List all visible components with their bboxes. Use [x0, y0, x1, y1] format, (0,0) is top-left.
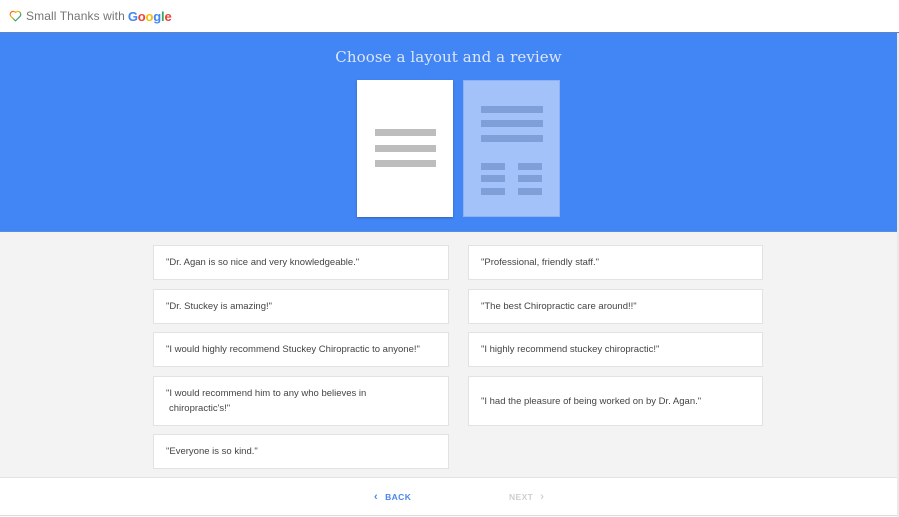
back-button[interactable]: ‹ BACK	[374, 491, 411, 503]
review-text: "Everyone is so kind."	[166, 446, 258, 457]
google-letter: o	[137, 8, 146, 24]
layout-line	[375, 129, 436, 136]
next-label: NEXT	[509, 492, 534, 502]
layout-grid-cell	[481, 175, 505, 182]
google-letter: g	[153, 8, 162, 24]
wizard-footer: ‹ BACK NEXT ›	[0, 477, 897, 516]
chevron-right-icon: ›	[540, 491, 545, 503]
heart-outline-icon	[9, 10, 22, 22]
review-text: "Professional, friendly staff."	[481, 257, 599, 268]
review-card[interactable]: "I would recommend him to any who believ…	[153, 376, 449, 426]
review-card[interactable]: "Professional, friendly staff."	[468, 245, 763, 280]
review-text: "Dr. Stuckey is amazing!"	[166, 301, 273, 312]
multi-review-layout-option[interactable]	[463, 80, 560, 217]
review-text-line: chiropractic's!"	[169, 403, 231, 414]
layout-grid-cell	[518, 188, 542, 195]
review-card[interactable]: "I would highly recommend Stuckey Chirop…	[153, 332, 449, 367]
back-label: BACK	[385, 492, 412, 502]
review-text: "I had the pleasure of being worked on b…	[481, 395, 702, 407]
layout-grid-cell	[481, 188, 505, 195]
review-card[interactable]: "Dr. Stuckey is amazing!"	[153, 289, 449, 324]
layout-line	[481, 135, 543, 142]
layout-line	[481, 120, 543, 127]
app-name: Small Thanks with	[26, 9, 125, 23]
single-review-layout-option[interactable]	[357, 80, 453, 217]
review-card[interactable]: "The best Chiropractic care around!!"	[468, 289, 763, 324]
review-card[interactable]: "Dr. Agan is so nice and very knowledgea…	[153, 245, 449, 280]
layout-grid-cell	[518, 163, 542, 170]
top-bar: Small Thanks with Google	[0, 0, 899, 33]
chevron-left-icon: ‹	[374, 491, 379, 503]
layout-grid-cell	[518, 175, 542, 182]
review-card[interactable]: "I had the pleasure of being worked on b…	[468, 376, 763, 426]
next-button[interactable]: NEXT ›	[509, 491, 544, 503]
review-text: "I highly recommend stuckey chiropractic…	[481, 344, 660, 355]
layout-grid-cell	[481, 163, 505, 170]
review-text-line: "I would recommend him to any who believ…	[166, 388, 367, 399]
layout-line	[375, 160, 436, 167]
layout-line	[375, 145, 436, 152]
layout-line	[481, 106, 543, 113]
google-letter: G	[127, 8, 138, 24]
review-card[interactable]: "I highly recommend stuckey chiropractic…	[468, 332, 763, 367]
review-list: "Dr. Agan is so nice and very knowledgea…	[0, 232, 897, 477]
app-brand[interactable]: Small Thanks with Google	[9, 8, 172, 24]
google-logo: Google	[128, 9, 172, 24]
page-title: Choose a layout and a review	[335, 48, 562, 66]
review-text: "The best Chiropractic care around!!"	[481, 301, 637, 312]
review-text: "Dr. Agan is so nice and very knowledgea…	[166, 257, 360, 268]
google-letter: e	[164, 8, 172, 24]
review-text: "I would recommend him to any who believ…	[166, 386, 366, 416]
review-text: "I would highly recommend Stuckey Chirop…	[166, 344, 420, 355]
review-card[interactable]: "Everyone is so kind."	[153, 434, 449, 469]
layout-chooser: Choose a layout and a review	[0, 33, 897, 232]
